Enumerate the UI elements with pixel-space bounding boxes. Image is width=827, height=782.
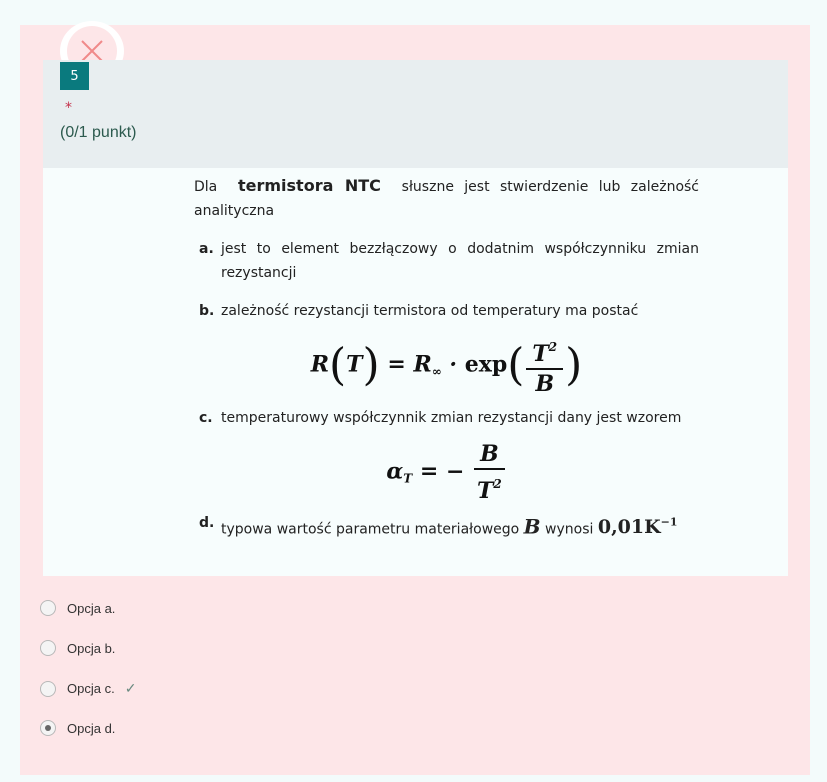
radio-d[interactable] [40, 720, 56, 736]
radio-c[interactable] [40, 680, 56, 697]
radio-a[interactable] [40, 600, 56, 616]
question-number: 5 [60, 62, 89, 90]
option-d[interactable]: Opcja d. [40, 720, 115, 736]
formula-alpha: αT = − B T2 [194, 440, 699, 505]
option-c[interactable]: Opcja c. ✓ [40, 680, 136, 697]
intro-bold: termistora NTC [237, 176, 381, 195]
formula-resistance: R(T) = R∞ · exp(T2 B) [194, 333, 699, 398]
radio-b[interactable] [40, 640, 56, 656]
item-c: c. temperaturowy współczynnik zmian rezy… [199, 410, 682, 426]
option-b[interactable]: Opcja b. [40, 640, 115, 656]
question-image: Dla termistora NTC słuszne jest stwierdz… [43, 168, 788, 576]
item-a: a. jest to element bezzłączowy o dodatni… [199, 241, 699, 281]
item-d: d. typowa wartość parametru materiałoweg… [199, 514, 678, 539]
required-mark: * [65, 100, 72, 116]
checkmark-icon: ✓ [124, 680, 137, 696]
option-a[interactable]: Opcja a. [40, 600, 115, 616]
question-intro: Dla termistora NTC słuszne jest stwierdz… [194, 176, 699, 219]
points-label: (0/1 punkt) [60, 124, 137, 141]
item-b: b. zależność rezystancji termistora od t… [199, 303, 639, 319]
question-header: 5 * (0/1 punkt) [43, 60, 788, 168]
